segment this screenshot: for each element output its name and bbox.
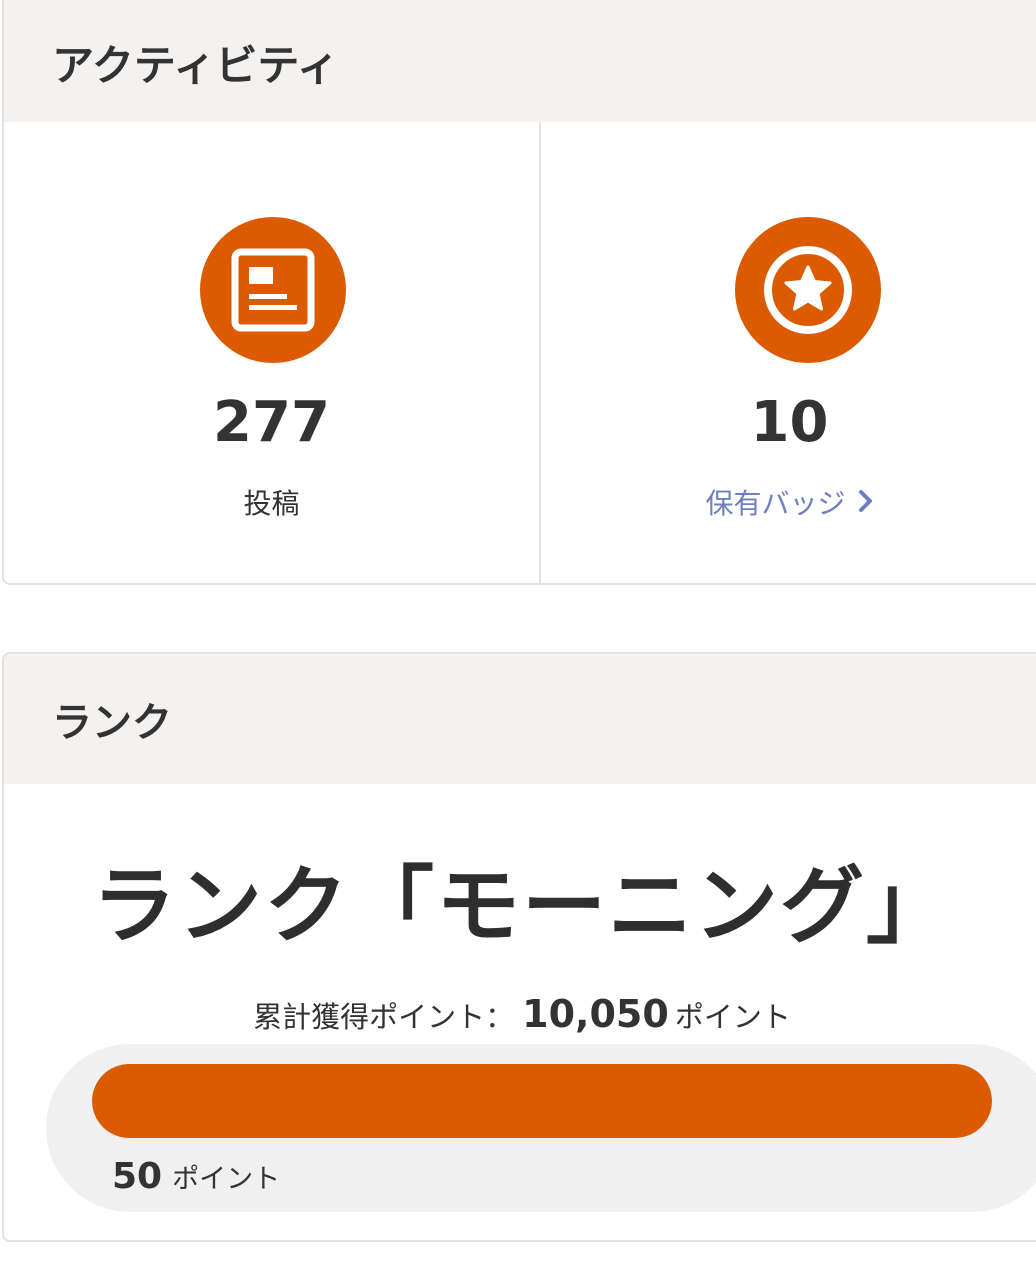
badges-link[interactable]: 保有バッジ	[705, 487, 873, 520]
posts-label: 投稿	[243, 487, 300, 520]
article-icon	[200, 217, 346, 363]
total-points-label: 累計獲得ポイント：	[253, 1000, 515, 1034]
badges-stat: 10 保有バッジ	[541, 122, 1036, 583]
activity-stats: 277 投稿 10 保有バッジ	[4, 122, 1036, 583]
rank-progress-bar	[92, 1064, 992, 1138]
progress-points-unit: ポイント	[172, 1164, 281, 1195]
total-points: 累計獲得ポイント： 10,050 ポイント	[4, 992, 1036, 1036]
star-badge-icon	[735, 217, 881, 363]
rank-progress-panel: 50 ポイント	[46, 1044, 1036, 1212]
progress-points-value: 50	[112, 1156, 163, 1197]
badges-label: 保有バッジ	[705, 487, 846, 520]
rank-header: ランク	[4, 654, 1036, 784]
activity-header: アクティビティ	[4, 0, 1036, 122]
rank-progress-fill	[92, 1064, 992, 1138]
chevron-right-icon	[858, 487, 874, 520]
rank-section-title: ランク	[52, 700, 172, 746]
progress-caption: 50 ポイント	[112, 1156, 280, 1197]
posts-stat: 277 投稿	[4, 122, 541, 583]
activity-title: アクティビティ	[52, 40, 339, 90]
total-points-unit: ポイント	[674, 1000, 791, 1034]
badges-count: 10	[750, 390, 829, 455]
activity-card: アクティビティ 277 投稿 10 保有バッジ	[2, 0, 1036, 585]
rank-card: ランク ランク「モーニング」 累計獲得ポイント： 10,050 ポイント 50 ポイン…	[2, 652, 1036, 1242]
total-points-value: 10,050	[522, 992, 669, 1036]
rank-name: ランク「モーニング」	[91, 857, 952, 955]
badges-link-row: 保有バッジ	[541, 482, 1036, 522]
posts-count: 277	[213, 390, 330, 455]
